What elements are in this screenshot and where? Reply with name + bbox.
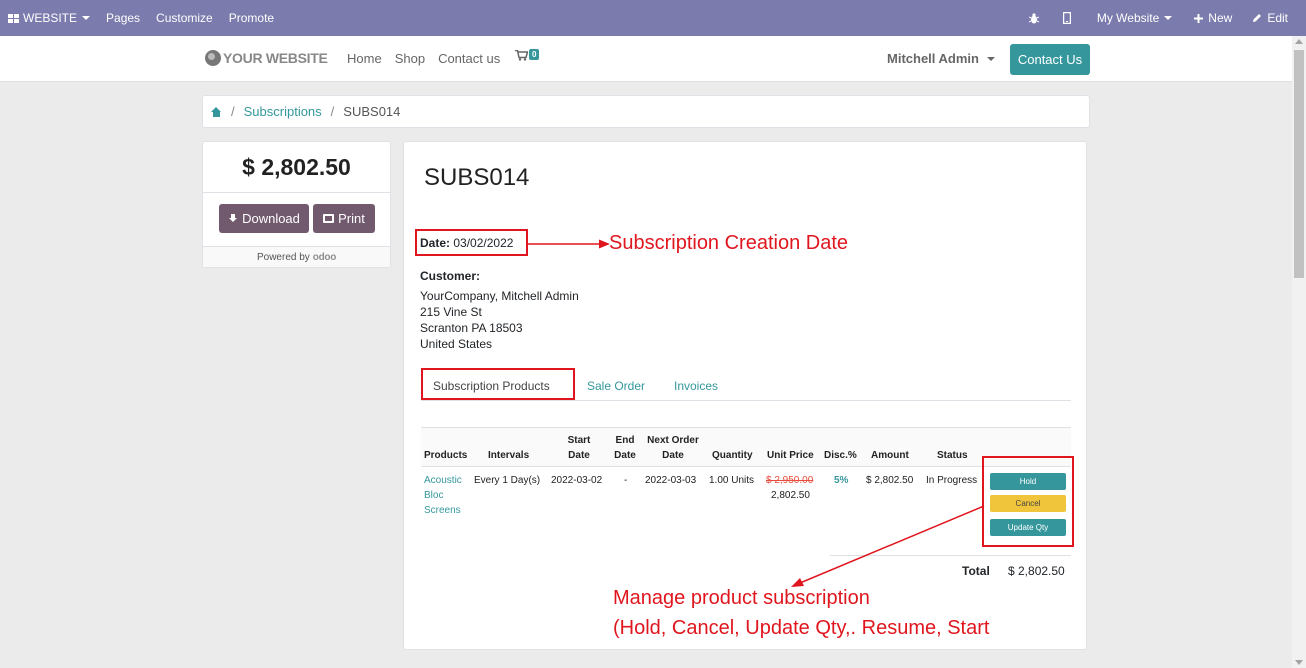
cell-end-date: -	[624, 475, 628, 486]
edit-button[interactable]: Edit	[1244, 0, 1296, 36]
address-line: United States	[420, 337, 493, 351]
header-intervals: Intervals	[488, 450, 530, 461]
address-line: Scranton PA 18503	[420, 321, 523, 335]
total-amount: $ 2,802.50	[203, 142, 390, 193]
chevron-down-icon	[82, 16, 91, 20]
cart-link[interactable]: 0	[515, 49, 540, 64]
cell-unit-price: 2,802.50	[771, 490, 810, 501]
contact-us-button[interactable]: Contact Us	[1010, 44, 1090, 75]
summary-card: $ 2,802.50 Download Print Powered by odo…	[202, 141, 391, 268]
powered-by-label: Powered by	[256, 251, 310, 263]
header-end-date: End Date	[614, 435, 636, 461]
header-start-date: Start Date	[567, 435, 591, 461]
mobile-preview-button[interactable]	[1055, 0, 1079, 36]
header-status: Status	[937, 450, 968, 461]
print-label: Print	[338, 211, 365, 226]
total-label: Total	[962, 564, 990, 578]
breadcrumb-separator: /	[231, 104, 235, 119]
user-menu[interactable]: Mitchell Admin	[887, 51, 995, 66]
tab-highlight-box	[421, 368, 575, 400]
download-icon	[228, 213, 238, 224]
header-next-order-date: Next Order Date	[647, 435, 699, 461]
scroll-down-icon[interactable]	[1295, 660, 1303, 665]
total-divider	[830, 555, 1071, 556]
new-label: New	[1208, 11, 1233, 25]
site-logo[interactable]: YOUR WEBSITE	[205, 50, 328, 66]
nav-contact-us[interactable]: Contact us	[438, 51, 500, 66]
admin-navbar: WEBSITE Pages Customize Promote My Websi…	[0, 0, 1306, 36]
home-icon[interactable]	[211, 106, 222, 117]
annotation-manage-note-2: (Hold, Cancel, Update Qty,. Resume, Star…	[613, 617, 990, 639]
breadcrumb-separator: /	[330, 104, 335, 119]
header-unit-price: Unit Price	[767, 450, 814, 461]
scroll-thumb[interactable]	[1294, 50, 1304, 278]
pencil-icon	[1253, 14, 1262, 22]
cell-start-date: 2022-03-02	[551, 475, 603, 486]
breadcrumb-current: SUBS014	[343, 104, 401, 119]
nav-home[interactable]: Home	[347, 51, 382, 66]
new-button[interactable]: New	[1186, 0, 1240, 36]
scroll-up-icon[interactable]	[1295, 39, 1303, 44]
cell-status: In Progress	[926, 475, 978, 486]
menu-customize[interactable]: Customize	[148, 0, 221, 36]
powered-by: Powered by odoo	[203, 246, 390, 267]
website-header: YOUR WEBSITE Home Shop Contact us 0 Mitc…	[0, 36, 1292, 82]
address-line: 215 Vine St	[420, 305, 482, 319]
cell-next-order-date: 2022-03-03	[645, 475, 697, 486]
odoo-logo[interactable]: odoo	[313, 252, 337, 263]
cell-old-unit-price: $ 2,950.00	[766, 475, 814, 486]
product-link[interactable]: Acoustic Bloc Screens	[424, 473, 462, 518]
table-header: Products Intervals Start Date End Date N…	[421, 427, 1071, 467]
shopping-cart-icon	[515, 49, 529, 61]
customer-address: YourCompany, Mitchell Admin 215 Vine St …	[420, 288, 579, 352]
total-value: $ 2,802.50	[1008, 564, 1065, 578]
mobile-icon	[1062, 12, 1071, 24]
annotation-date-note: Subscription Creation Date	[609, 232, 849, 254]
cell-amount: $ 2,802.50	[866, 475, 914, 486]
apps-grid-icon	[8, 13, 19, 23]
breadcrumb-subscriptions[interactable]: Subscriptions	[244, 104, 322, 119]
download-button[interactable]: Download	[219, 204, 309, 233]
main-nav: Home Shop Contact us	[347, 51, 500, 66]
my-website-label: My Website	[1096, 11, 1160, 25]
customer-label: Customer:	[420, 269, 481, 283]
header-quantity: Quantity	[712, 450, 753, 461]
tab-sale-order[interactable]: Sale Order	[587, 370, 645, 401]
download-label: Download	[242, 211, 300, 226]
edit-label: Edit	[1267, 11, 1288, 25]
tab-invoices[interactable]: Invoices	[674, 370, 718, 401]
chevron-down-icon	[986, 56, 995, 61]
header-products: Products	[424, 450, 468, 461]
address-line: YourCompany, Mitchell Admin	[420, 289, 579, 303]
user-name: Mitchell Admin	[887, 51, 979, 66]
subscription-title: SUBS014	[424, 164, 530, 191]
print-button[interactable]: Print	[313, 204, 375, 233]
bug-icon	[1028, 12, 1039, 23]
menu-pages[interactable]: Pages	[98, 0, 148, 36]
plus-icon	[1194, 13, 1204, 23]
chevron-down-icon	[1164, 16, 1173, 20]
cell-interval: Every 1 Day(s)	[474, 475, 541, 486]
cart-count-badge: 0	[529, 49, 540, 60]
header-amount: Amount	[871, 450, 909, 461]
page-scrollbar[interactable]	[1292, 36, 1306, 668]
cell-quantity: 1.00 Units	[709, 475, 755, 486]
annotation-manage-note: Manage product subscription	[613, 587, 870, 609]
logo-text: YOUR WEBSITE	[223, 50, 328, 66]
actions-highlight-box	[982, 456, 1074, 547]
date-highlight-box	[415, 229, 528, 256]
my-website-menu[interactable]: My Website	[1089, 0, 1180, 36]
breadcrumb: / Subscriptions / SUBS014	[202, 95, 1090, 128]
website-label: WEBSITE	[23, 11, 78, 25]
header-discount: Disc.%	[824, 450, 857, 461]
cell-discount: 5%	[834, 475, 849, 486]
debug-button[interactable]	[1021, 0, 1047, 36]
website-apps-menu[interactable]: WEBSITE	[0, 0, 98, 36]
menu-promote[interactable]: Promote	[221, 0, 282, 36]
nav-shop[interactable]: Shop	[395, 51, 425, 66]
print-icon	[323, 214, 335, 223]
globe-icon	[205, 50, 221, 66]
